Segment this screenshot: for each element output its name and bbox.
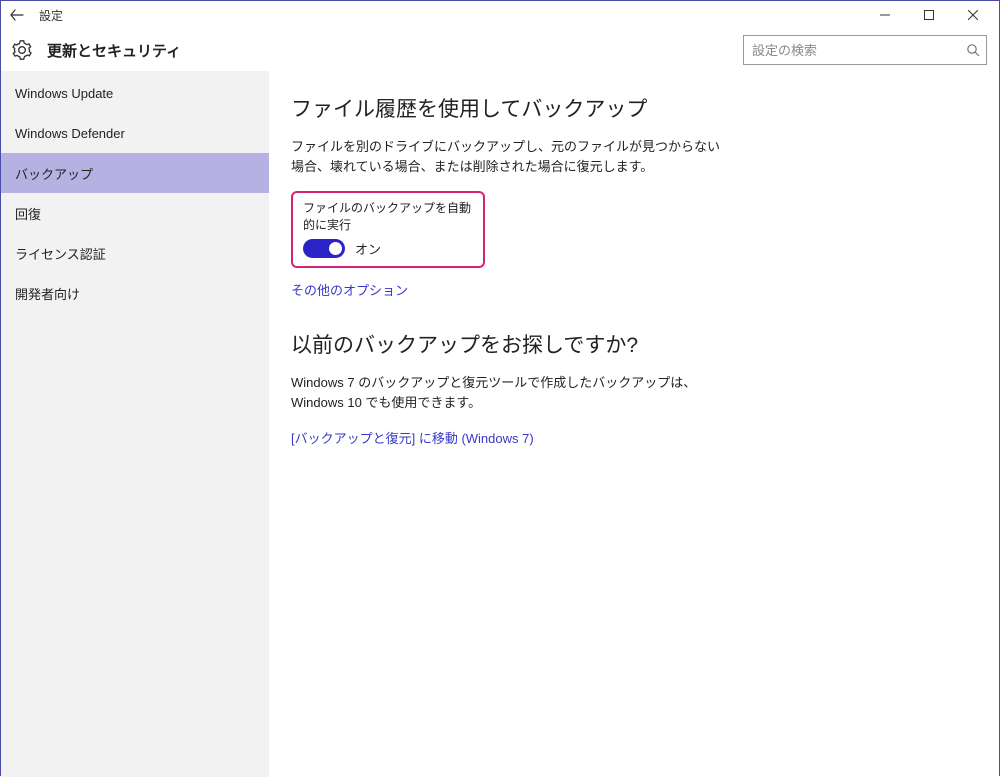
main-content: ファイル履歴を使用してバックアップ ファイルを別のドライブにバックアップし、元の…: [269, 71, 999, 777]
sidebar-item-label: 開発者向け: [15, 284, 80, 303]
sidebar-item-backup[interactable]: バックアップ: [1, 153, 269, 193]
sidebar-item-label: 回復: [15, 204, 41, 223]
search-icon: [966, 43, 980, 57]
sidebar-item-activation[interactable]: ライセンス認証: [1, 233, 269, 273]
backup-restore-link[interactable]: [バックアップと復元] に移動 (Windows 7): [291, 428, 534, 447]
search-input[interactable]: [752, 43, 966, 58]
close-button[interactable]: [951, 1, 995, 29]
sidebar-item-recovery[interactable]: 回復: [1, 193, 269, 233]
sidebar-item-label: バックアップ: [15, 164, 93, 183]
minimize-button[interactable]: [863, 1, 907, 29]
search-box[interactable]: [743, 35, 987, 65]
page-header: 更新とセキュリティ: [1, 29, 999, 71]
section-description: ファイルを別のドライブにバックアップし、元のファイルが見つからない場合、壊れてい…: [291, 137, 731, 177]
section-description-previous: Windows 7 のバックアップと復元ツールで作成したバックアップは、Wind…: [291, 373, 731, 413]
back-button[interactable]: [5, 3, 29, 27]
sidebar-item-for-developers[interactable]: 開発者向け: [1, 273, 269, 313]
section-heading-file-history: ファイル履歴を使用してバックアップ: [291, 93, 965, 123]
titlebar: 設定: [1, 1, 999, 29]
page-title: 更新とセキュリティ: [47, 40, 181, 61]
window-title: 設定: [39, 7, 63, 24]
sidebar-item-windows-update[interactable]: Windows Update: [1, 73, 269, 113]
auto-backup-toggle[interactable]: [303, 239, 345, 258]
more-options-link[interactable]: その他のオプション: [291, 280, 408, 299]
maximize-button[interactable]: [907, 1, 951, 29]
sidebar-item-label: Windows Update: [15, 86, 113, 101]
window-controls: [863, 1, 995, 29]
sidebar: Windows Update Windows Defender バックアップ 回…: [1, 71, 269, 777]
auto-backup-setting: ファイルのバックアップを自動的に実行 オン: [291, 191, 485, 268]
body: Windows Update Windows Defender バックアップ 回…: [1, 71, 999, 777]
gear-icon: [11, 39, 33, 61]
toggle-label: ファイルのバックアップを自動的に実行: [303, 199, 473, 233]
sidebar-item-label: Windows Defender: [15, 126, 125, 141]
sidebar-item-windows-defender[interactable]: Windows Defender: [1, 113, 269, 153]
sidebar-item-label: ライセンス認証: [15, 244, 106, 263]
section-heading-previous-backup: 以前のバックアップをお探しですか?: [291, 329, 965, 359]
toggle-state-label: オン: [355, 239, 381, 258]
